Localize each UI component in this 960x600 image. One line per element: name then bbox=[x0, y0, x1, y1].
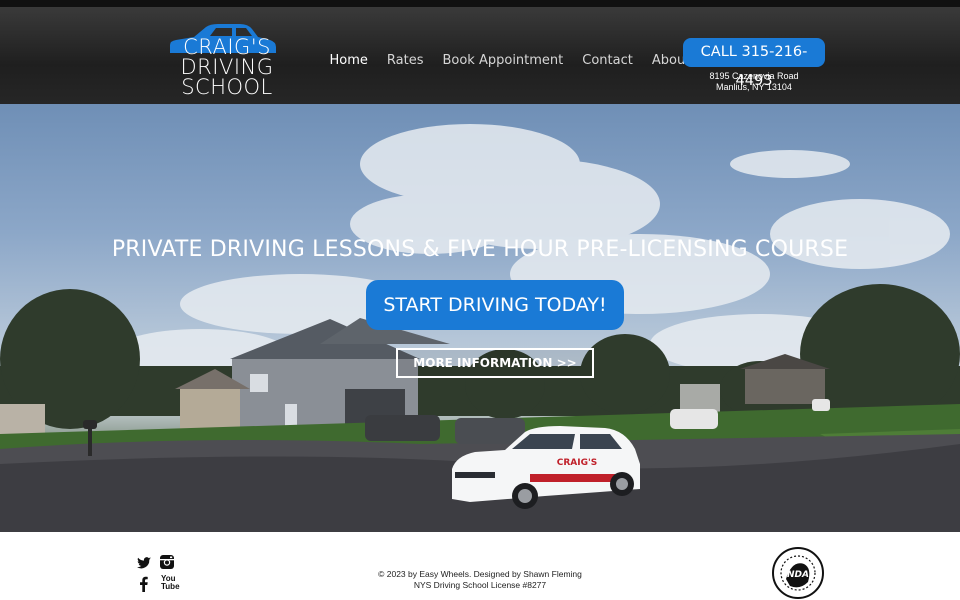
facebook-icon[interactable] bbox=[136, 576, 152, 592]
site-footer: You Tube © 2023 by Easy Wheels. Designed… bbox=[0, 532, 960, 600]
nav-book-appointment[interactable]: Book Appointment bbox=[433, 45, 573, 75]
site-header: CRAIG'S DRIVING SCHOOL Home Rates Book A… bbox=[0, 0, 960, 104]
logo-line-3: SCHOOL bbox=[181, 75, 273, 99]
copyright-line-1: © 2023 by Easy Wheels. Designed by Shawn… bbox=[378, 569, 582, 579]
instagram-icon[interactable] bbox=[159, 554, 175, 570]
call-button[interactable]: CALL 315-216-4493 bbox=[683, 38, 825, 89]
nda-badge-text: NDA bbox=[787, 570, 809, 580]
start-driving-button[interactable]: START DRIVING TODAY! bbox=[366, 280, 624, 330]
twitter-icon[interactable] bbox=[136, 555, 152, 571]
address: 8195 Cazenovia Road Manlius, NY 13104 bbox=[683, 71, 825, 93]
license-line: NYS Driving School License #8277 bbox=[413, 580, 547, 590]
logo-line-2: DRIVING bbox=[180, 55, 274, 79]
address-line-2: Manlius, NY 13104 bbox=[716, 82, 792, 92]
hero-section: CRAIG'S PRIVATE DRIVING LESSONS & FIVE H… bbox=[0, 104, 960, 532]
nav-rates[interactable]: Rates bbox=[377, 45, 433, 75]
youtube-icon[interactable]: You Tube bbox=[161, 575, 180, 591]
car-decal-text: CRAIG'S bbox=[557, 458, 597, 468]
nda-badge-icon[interactable]: NDA bbox=[770, 546, 826, 600]
more-information-button[interactable]: MORE INFORMATION >> bbox=[396, 348, 594, 378]
logo-line-1: CRAIG'S bbox=[183, 35, 271, 59]
logo[interactable]: CRAIG'S DRIVING SCHOOL bbox=[166, 17, 278, 101]
nav-home[interactable]: Home bbox=[320, 45, 377, 75]
main-nav: Home Rates Book Appointment Contact Abou… bbox=[320, 45, 700, 75]
nav-contact[interactable]: Contact bbox=[573, 45, 643, 75]
copyright: © 2023 by Easy Wheels. Designed by Shawn… bbox=[330, 569, 630, 591]
social-links: You Tube bbox=[135, 554, 180, 594]
address-line-1: 8195 Cazenovia Road bbox=[709, 71, 799, 81]
hero-headline: PRIVATE DRIVING LESSONS & FIVE HOUR PRE-… bbox=[111, 237, 849, 262]
